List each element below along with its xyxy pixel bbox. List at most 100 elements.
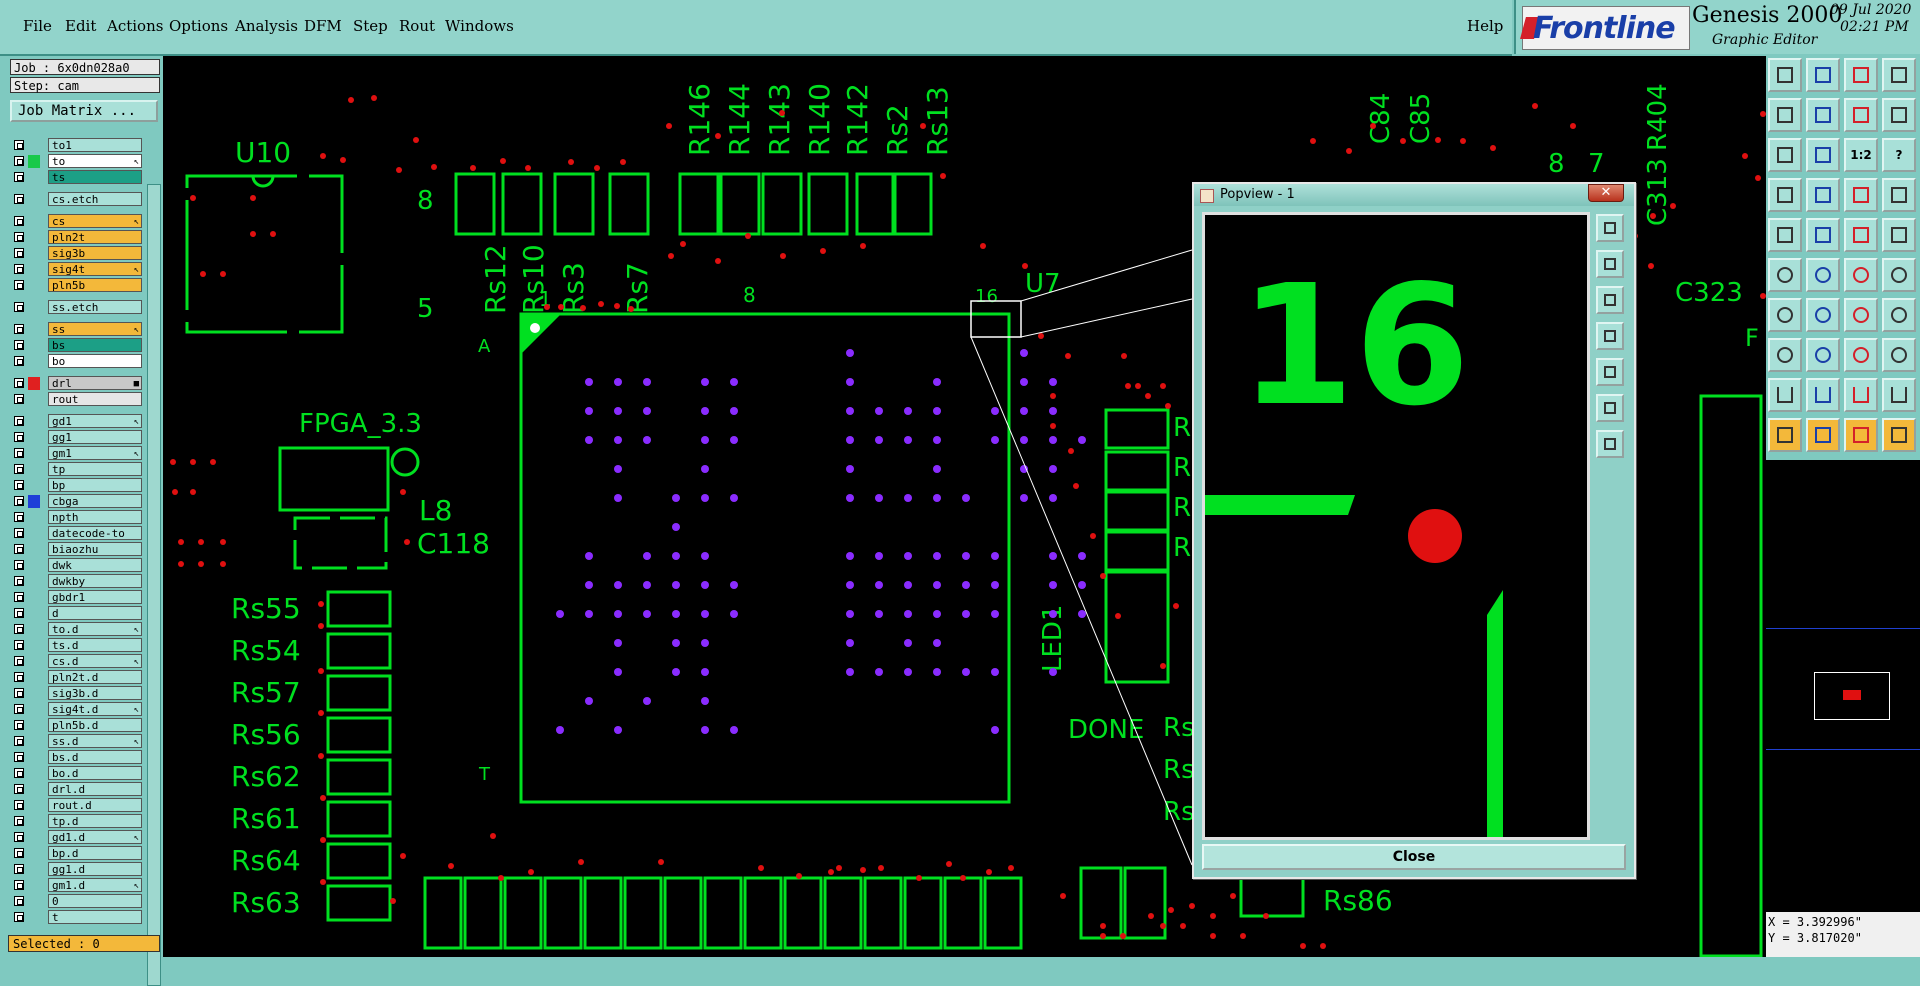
layer-row[interactable]: bs.d <box>12 750 142 765</box>
layer-checkbox[interactable] <box>14 528 24 538</box>
layer-name[interactable]: drl.d <box>48 782 142 796</box>
tool-snap-icon[interactable] <box>1882 218 1916 252</box>
layer-row[interactable]: bs <box>12 338 142 353</box>
layer-name[interactable]: pln5b.d <box>48 718 142 732</box>
layer-checkbox[interactable] <box>14 768 24 778</box>
tool-drill-icon[interactable] <box>1844 178 1878 212</box>
layer-checkbox[interactable] <box>14 512 24 522</box>
layer-checkbox[interactable] <box>14 464 24 474</box>
layer-row[interactable]: rout <box>12 392 142 407</box>
layer-row[interactable]: pln5b <box>12 278 142 293</box>
layer-row[interactable]: to.d ↖ <box>12 622 142 637</box>
layer-checkbox[interactable] <box>14 784 24 794</box>
layer-name[interactable]: ss.etch <box>48 300 142 314</box>
layer-row[interactable]: ss.d ↖ <box>12 734 142 749</box>
layer-name[interactable]: cs ↖ <box>48 214 142 228</box>
layer-row[interactable]: biaozhu <box>12 542 142 557</box>
layer-color-swatch[interactable] <box>28 155 40 168</box>
layer-row[interactable]: d <box>12 606 142 621</box>
layer-name[interactable]: bo.d <box>48 766 142 780</box>
layer-row[interactable]: pln2t.d <box>12 670 142 685</box>
layer-row[interactable]: sig3b.d <box>12 686 142 701</box>
layer-name[interactable]: tp.d <box>48 814 142 828</box>
layer-name[interactable]: gd1 ↖ <box>48 414 142 428</box>
layer-row[interactable]: ts.d <box>12 638 142 653</box>
layer-name[interactable]: ts <box>48 170 142 184</box>
tool-help-icon[interactable]: ? <box>1882 138 1916 172</box>
layer-row[interactable]: dwk <box>12 558 142 573</box>
layer-name[interactable]: biaozhu <box>48 542 142 556</box>
layer-name[interactable]: gm1 ↖ <box>48 446 142 460</box>
layer-checkbox[interactable] <box>14 394 24 404</box>
layer-checkbox[interactable] <box>14 448 24 458</box>
layer-checkbox[interactable] <box>14 480 24 490</box>
tool-grid-icon[interactable] <box>1844 338 1878 372</box>
layer-checkbox[interactable] <box>14 592 24 602</box>
popview-tool-zoom-in-icon[interactable] <box>1596 250 1624 278</box>
layer-checkbox[interactable] <box>14 496 24 506</box>
layer-row[interactable]: cs.d ↖ <box>12 654 142 669</box>
tool-pointer-icon[interactable] <box>1768 418 1802 452</box>
menu-analysis[interactable]: Analysis <box>235 17 298 35</box>
popview-tool-home-icon[interactable] <box>1596 430 1624 458</box>
layer-row[interactable]: gg1 <box>12 430 142 445</box>
layer-name[interactable]: sig3b.d <box>48 686 142 700</box>
layer-name[interactable]: bs.d <box>48 750 142 764</box>
layer-row[interactable]: ss ↖ <box>12 322 142 337</box>
popview-close-icon[interactable]: ✕ <box>1588 184 1624 202</box>
menu-dfm[interactable]: DFM <box>304 17 342 35</box>
tool-ruler-icon[interactable] <box>1844 218 1878 252</box>
layer-row[interactable]: ts <box>12 170 142 185</box>
layer-row[interactable]: gm1.d ↖ <box>12 878 142 893</box>
layer-name[interactable]: ss.d ↖ <box>48 734 142 748</box>
layer-name[interactable]: bp.d <box>48 846 142 860</box>
layer-name[interactable]: to ↖ <box>48 154 142 168</box>
layer-checkbox[interactable] <box>14 880 24 890</box>
menu-actions[interactable]: Actions <box>107 17 163 35</box>
layer-name[interactable]: d <box>48 606 142 620</box>
tool-pointer4-icon[interactable] <box>1882 418 1916 452</box>
tool-fill-icon[interactable] <box>1768 178 1802 212</box>
layer-row[interactable]: bp <box>12 478 142 493</box>
layer-checkbox[interactable] <box>14 816 24 826</box>
tool-text-icon[interactable] <box>1882 258 1916 292</box>
layer-checkbox[interactable] <box>14 156 24 166</box>
tool-connect-icon[interactable] <box>1844 258 1878 292</box>
layer-name[interactable]: rout <box>48 392 142 406</box>
layer-name[interactable]: npth <box>48 510 142 524</box>
layer-row[interactable]: gbdr1 <box>12 590 142 605</box>
layer-name[interactable]: dwkby <box>48 574 142 588</box>
layer-name[interactable]: bp <box>48 478 142 492</box>
tool-fit-icon[interactable] <box>1768 138 1802 172</box>
layer-name[interactable]: pln2t <box>48 230 142 244</box>
layer-name[interactable]: to.d ↖ <box>48 622 142 636</box>
layer-row[interactable]: sig4t.d ↖ <box>12 702 142 717</box>
tool-triangle2-icon[interactable] <box>1806 378 1840 412</box>
layer-name[interactable]: sig4t ↖ <box>48 262 142 276</box>
layer-checkbox[interactable] <box>14 656 24 666</box>
tool-pan-icon[interactable] <box>1806 138 1840 172</box>
layer-name[interactable]: 0 <box>48 894 142 908</box>
layer-row[interactable]: cs.etch <box>12 192 142 207</box>
layer-row[interactable]: drl.d <box>12 782 142 797</box>
menu-options[interactable]: Options <box>169 17 228 35</box>
tool-pointer2-icon[interactable] <box>1806 418 1840 452</box>
tool-triangle-icon[interactable] <box>1768 378 1802 412</box>
tool-zoom-prev-icon[interactable] <box>1768 98 1802 132</box>
layer-checkbox[interactable] <box>14 640 24 650</box>
menu-help[interactable]: Help <box>1467 17 1503 35</box>
layer-row[interactable]: dwkby <box>12 574 142 589</box>
layer-row[interactable]: pln5b.d <box>12 718 142 733</box>
layer-name[interactable]: gd1.d ↖ <box>48 830 142 844</box>
tool-export-icon[interactable] <box>1882 58 1916 92</box>
layer-checkbox[interactable] <box>14 608 24 618</box>
layer-name[interactable]: rout.d <box>48 798 142 812</box>
layer-row[interactable]: 0 <box>12 894 142 909</box>
tool-arc-icon[interactable] <box>1768 298 1802 332</box>
layer-checkbox[interactable] <box>14 194 24 204</box>
tool-list-icon[interactable] <box>1882 98 1916 132</box>
layer-row[interactable]: to1 <box>12 138 142 153</box>
layer-checkbox[interactable] <box>14 720 24 730</box>
tool-select-icon[interactable] <box>1768 218 1802 252</box>
layer-row[interactable]: tp <box>12 462 142 477</box>
